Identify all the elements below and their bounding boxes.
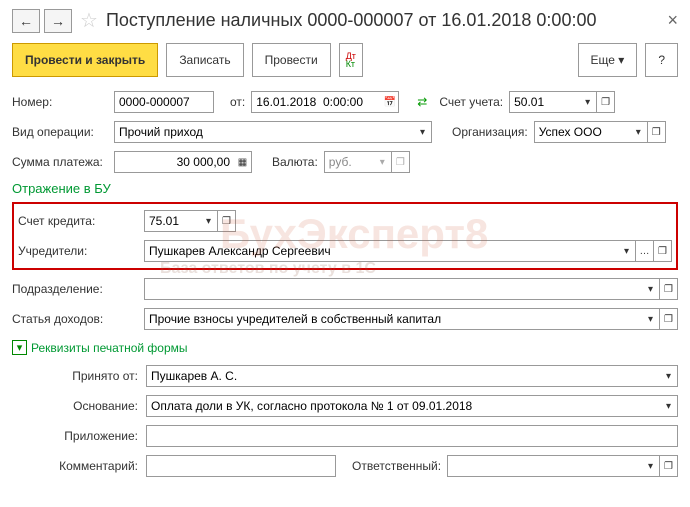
star-icon[interactable]: ☆ — [80, 8, 98, 33]
print-section-toggle[interactable]: ▾ Реквизиты печатной формы — [12, 340, 678, 355]
founder-label: Учредители: — [18, 244, 138, 258]
responsible-input[interactable] — [447, 455, 642, 477]
responsible-open[interactable]: ❐ — [660, 455, 678, 477]
account-dropdown[interactable]: ▾ — [579, 91, 597, 113]
account-input[interactable] — [509, 91, 579, 113]
close-icon[interactable]: × — [667, 10, 678, 31]
post-close-button[interactable]: Провести и закрыть — [12, 43, 158, 77]
responsible-dropdown[interactable]: ▾ — [642, 455, 660, 477]
division-open[interactable]: ❐ — [660, 278, 678, 300]
income-dropdown[interactable]: ▾ — [642, 308, 660, 330]
income-input[interactable] — [144, 308, 642, 330]
optype-dropdown[interactable]: ▾ — [414, 121, 432, 143]
org-label: Организация: — [452, 125, 528, 139]
attachment-label: Приложение: — [12, 429, 140, 443]
help-button[interactable]: ? — [645, 43, 678, 77]
basis-label: Основание: — [12, 399, 140, 413]
org-open[interactable]: ❐ — [648, 121, 666, 143]
calendar-icon[interactable]: 📅 — [381, 91, 399, 113]
founder-select[interactable]: … — [636, 240, 654, 262]
credit-input[interactable] — [144, 210, 200, 232]
attachment-input[interactable] — [146, 425, 678, 447]
calc-icon[interactable]: ▦ — [234, 151, 252, 173]
back-button[interactable]: ← — [12, 9, 40, 33]
sum-label: Сумма платежа: — [12, 155, 108, 169]
founder-input[interactable] — [144, 240, 618, 262]
currency-label: Валюта: — [272, 155, 318, 169]
section-bu: Отражение в БУ — [12, 181, 678, 196]
division-input[interactable] — [144, 278, 642, 300]
comment-input[interactable] — [146, 455, 336, 477]
division-label: Подразделение: — [12, 282, 138, 296]
page-title: Поступление наличных 0000-000007 от 16.0… — [106, 10, 597, 31]
optype-input[interactable] — [114, 121, 414, 143]
org-input[interactable] — [534, 121, 630, 143]
number-label: Номер: — [12, 95, 108, 109]
number-input[interactable] — [114, 91, 214, 113]
received-dropdown[interactable]: ▾ — [660, 365, 678, 387]
date-input[interactable] — [251, 91, 381, 113]
write-button[interactable]: Записать — [166, 43, 243, 77]
from-label: от: — [230, 95, 245, 109]
credit-label: Счет кредита: — [18, 214, 138, 228]
more-button[interactable]: Еще ▾ — [578, 43, 638, 77]
received-label: Принято от: — [12, 369, 140, 383]
org-dropdown[interactable]: ▾ — [630, 121, 648, 143]
optype-label: Вид операции: — [12, 125, 108, 139]
founder-open[interactable]: ❐ — [654, 240, 672, 262]
post-button[interactable]: Провести — [252, 43, 331, 77]
comment-label: Комментарий: — [12, 459, 140, 473]
currency-open: ❐ — [392, 151, 410, 173]
income-open[interactable]: ❐ — [660, 308, 678, 330]
credit-open[interactable]: ❐ — [218, 210, 236, 232]
currency-dropdown: ▾ — [374, 151, 392, 173]
currency-input — [324, 151, 374, 173]
division-dropdown[interactable]: ▾ — [642, 278, 660, 300]
sum-input[interactable] — [114, 151, 234, 173]
responsible-label: Ответственный: — [352, 459, 441, 473]
basis-dropdown[interactable]: ▾ — [660, 395, 678, 417]
account-label: Счет учета: — [439, 95, 503, 109]
founder-dropdown[interactable]: ▾ — [618, 240, 636, 262]
credit-dropdown[interactable]: ▾ — [200, 210, 218, 232]
basis-input[interactable] — [146, 395, 660, 417]
income-label: Статья доходов: — [12, 312, 138, 326]
link-icon: ⇄ — [417, 95, 427, 109]
received-input[interactable] — [146, 365, 660, 387]
account-open[interactable]: ❐ — [597, 91, 615, 113]
checkbox-icon: ▾ — [12, 340, 27, 355]
forward-button[interactable]: → — [44, 9, 72, 33]
dtkt-button[interactable]: ДтКт — [339, 43, 363, 77]
